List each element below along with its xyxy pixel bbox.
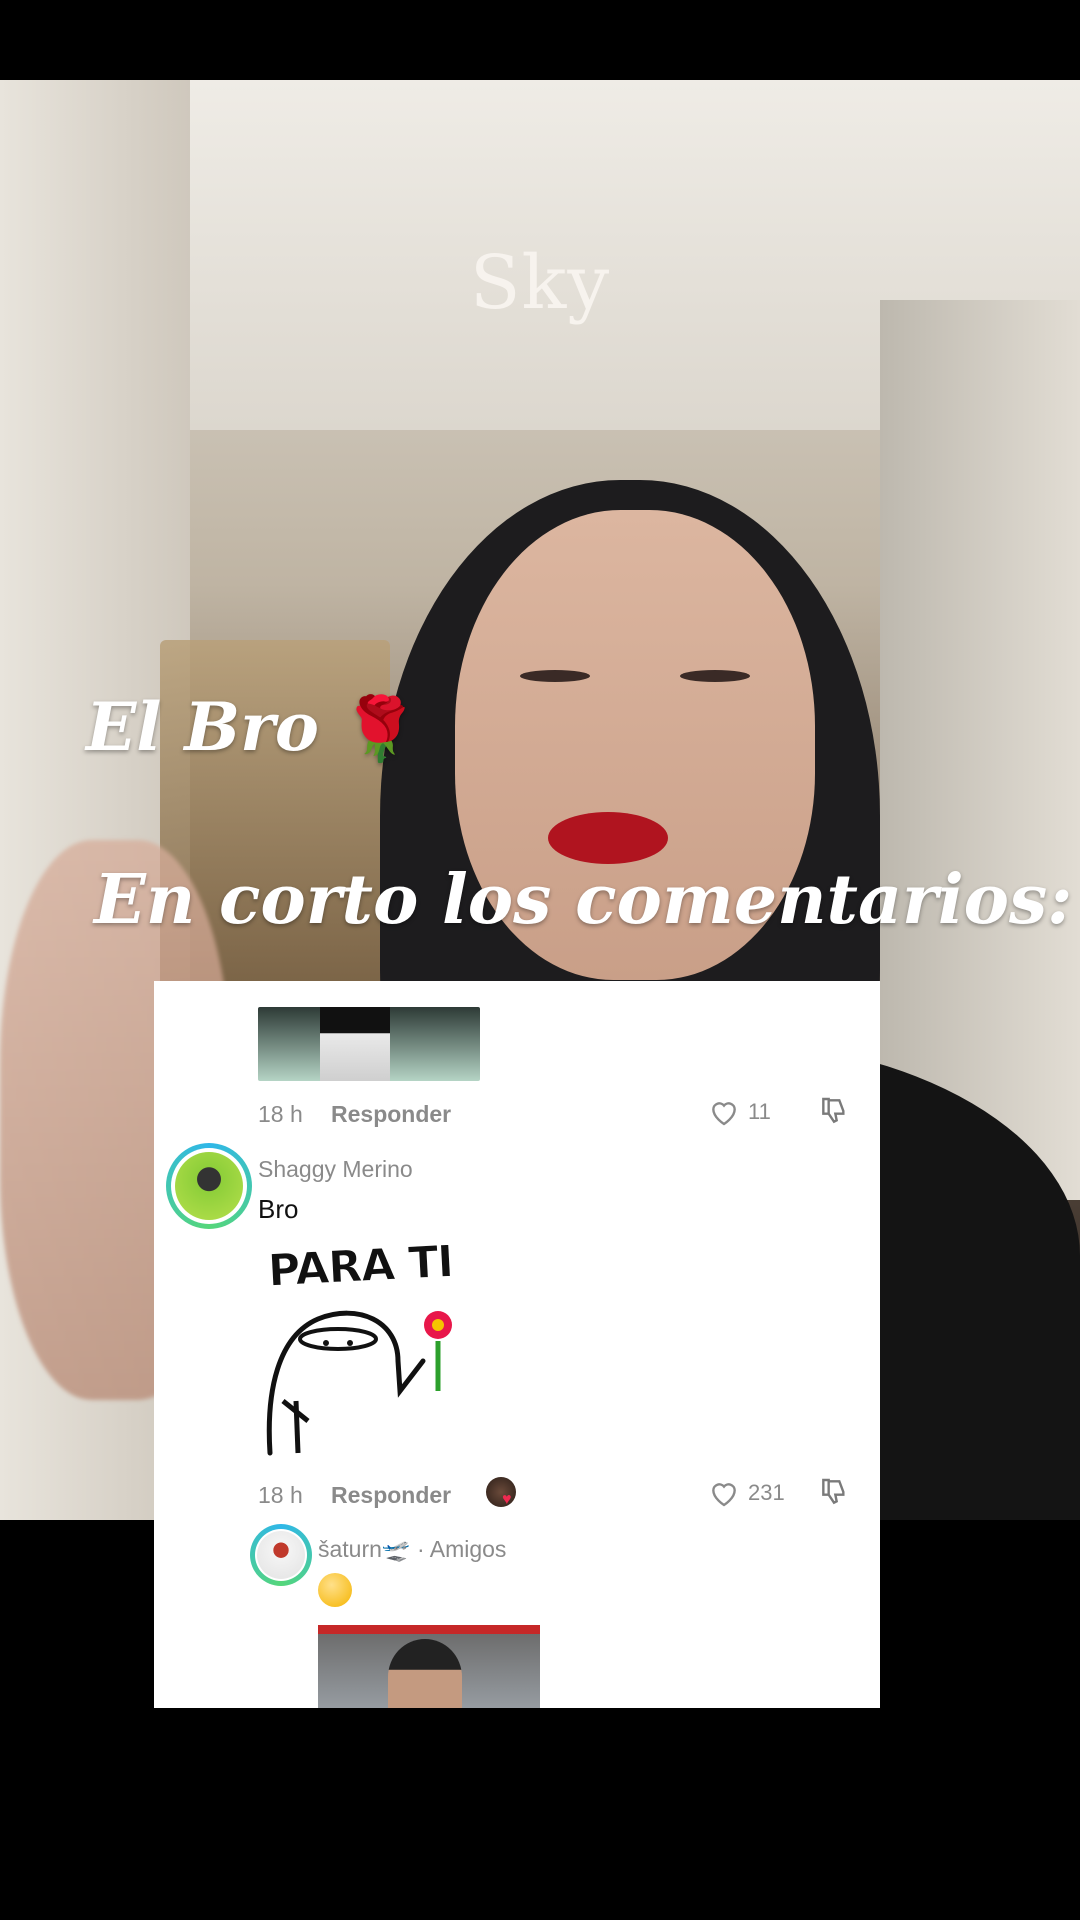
reply-gif-image xyxy=(318,1625,540,1708)
comment-timestamp: 18 h xyxy=(258,1482,303,1508)
person-eye-left xyxy=(520,670,590,682)
avatar[interactable] xyxy=(166,1143,252,1229)
like-button[interactable]: 11 xyxy=(708,1097,771,1127)
friends-tag: · Amigos xyxy=(410,1536,507,1562)
caption-line-1-text: El Bro xyxy=(86,688,319,766)
para-ti-sticker: PARA TI xyxy=(258,1236,468,1459)
caption-line-1: El Bro 🌹 xyxy=(86,688,419,766)
thumbs-down-icon xyxy=(822,1478,845,1505)
reply-button[interactable]: Responder xyxy=(331,1482,451,1509)
comment-text: Bro xyxy=(258,1194,299,1224)
creator-liked-avatar-icon xyxy=(486,1477,516,1507)
caption-line-2: En corto los comentarios: xyxy=(94,860,1073,940)
person-lips xyxy=(548,812,668,864)
person-eye-right xyxy=(680,670,750,682)
dislike-button[interactable] xyxy=(818,1095,850,1134)
hand-over-mouth-emoji-icon xyxy=(318,1573,352,1607)
like-button[interactable]: 231 xyxy=(708,1478,785,1508)
avatar-image xyxy=(175,1152,243,1220)
right-wall-background xyxy=(880,300,1080,1200)
like-count: 11 xyxy=(748,1099,771,1124)
reply-avatar[interactable] xyxy=(250,1524,312,1586)
comment-username[interactable]: Shaggy Merino xyxy=(258,1156,413,1183)
like-count: 231 xyxy=(748,1480,785,1505)
dislike-button[interactable] xyxy=(818,1476,850,1515)
thumbs-down-icon xyxy=(822,1097,845,1124)
reply-button[interactable]: Responder xyxy=(331,1101,451,1128)
comment-timestamp: 18 h xyxy=(258,1101,303,1127)
gif-figure xyxy=(320,1007,390,1081)
reply-username-text: šaturn🛫 xyxy=(318,1536,411,1562)
heart-outline-icon xyxy=(712,1483,736,1507)
watermark-text: Sky xyxy=(469,240,611,326)
gif-person xyxy=(388,1639,462,1708)
comments-screenshot-panel: 18 h Responder 11 Shaggy Merino Bro PARA… xyxy=(154,981,880,1708)
rose-icon: 🌹 xyxy=(341,692,420,765)
comment-gif-image xyxy=(258,1007,480,1081)
reply-username[interactable]: šaturn🛫 · Amigos xyxy=(318,1536,506,1563)
heart-outline-icon xyxy=(712,1102,736,1126)
blob-with-flower-icon xyxy=(266,1310,452,1456)
heart-icon: ♥ xyxy=(502,1491,512,1508)
avatar-image xyxy=(257,1531,305,1579)
